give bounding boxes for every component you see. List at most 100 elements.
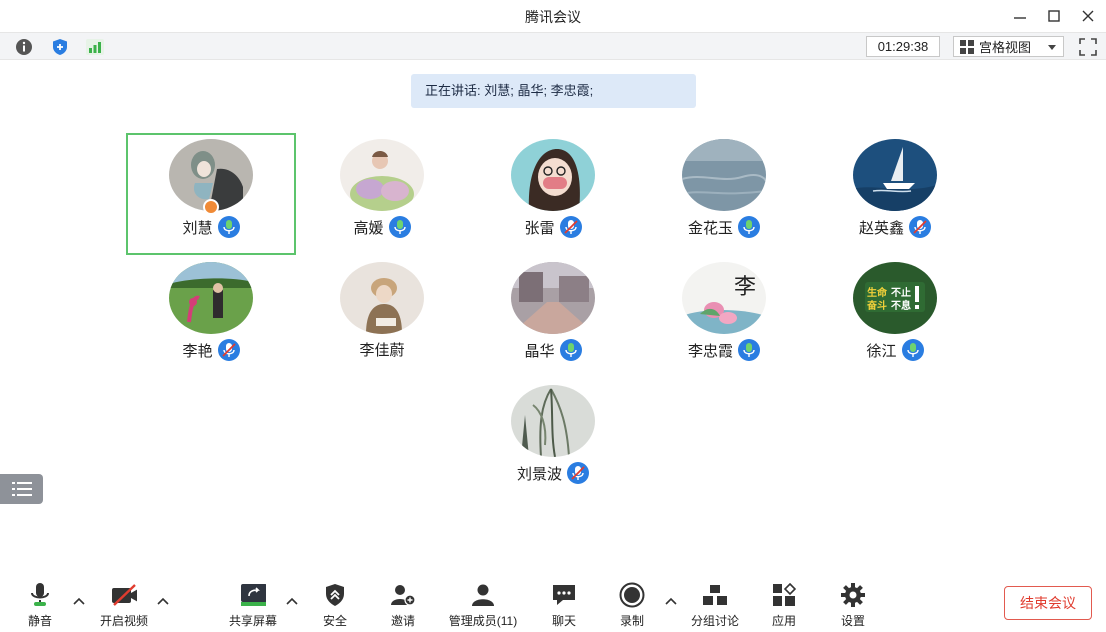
record-label: 录制	[619, 614, 644, 628]
apps-button[interactable]: 应用	[744, 582, 824, 629]
participant-list-toggle[interactable]	[0, 474, 43, 504]
info-icon[interactable]	[14, 37, 34, 57]
video-off-icon	[111, 582, 137, 608]
start-video-button[interactable]: 开启视频	[84, 582, 164, 629]
avatar	[853, 139, 937, 211]
mic-on-icon	[559, 339, 582, 361]
avatar	[682, 139, 766, 211]
close-button[interactable]	[1075, 4, 1101, 28]
caret-down-icon	[1048, 45, 1056, 50]
manage-members-label: 管理成员(11)	[448, 614, 518, 628]
bottom-toolbar: 静音 开启视频 共享屏幕 安全 邀请 管理成员(11) 聊天 录制 分组讨论 应…	[0, 578, 1106, 632]
mic-muted-icon	[909, 216, 931, 238]
breakout-rooms-label: 分组讨论	[690, 614, 739, 628]
participant-name: 徐江	[866, 342, 897, 360]
meeting-info-bar: 01:29:38 宫格视图	[0, 32, 1106, 60]
mic-muted-icon	[567, 462, 589, 484]
network-signal-icon[interactable]	[85, 37, 105, 57]
participant-tile[interactable]: 赵英鑫	[810, 133, 980, 255]
participant-name: 赵英鑫	[858, 219, 904, 237]
settings-button[interactable]: 设置	[813, 582, 893, 629]
invite-user-icon	[390, 582, 416, 608]
participant-tile[interactable]: 金花玉	[639, 133, 809, 255]
participant-name: 晶华	[524, 342, 555, 360]
manage-members-button[interactable]: 管理成员(11)	[443, 582, 523, 629]
share-screen-label: 共享屏幕	[228, 614, 277, 628]
host-badge-icon	[203, 199, 219, 215]
avatar: 生命 不止 奋斗 不息	[853, 262, 937, 334]
avatar	[511, 385, 595, 457]
participant-tile[interactable]: 高媛	[297, 133, 467, 255]
svg-text:奋斗: 奋斗	[866, 299, 887, 312]
participant-name: 张雷	[524, 219, 555, 237]
title-bar: 腾讯会议	[0, 0, 1106, 32]
grid-view-icon	[960, 39, 974, 54]
meeting-timer: 01:29:38	[866, 36, 940, 57]
mute-button[interactable]: 静音	[0, 582, 80, 629]
participant-tile[interactable]: 李李忠霞	[639, 256, 809, 378]
mic-on-icon	[738, 339, 760, 361]
participant-tile[interactable]: 生命 不止 奋斗 不息徐江	[810, 256, 980, 378]
mute-label: 静音	[27, 614, 52, 628]
mic-on-icon	[738, 216, 760, 238]
participant-tile[interactable]: 刘慧	[126, 133, 296, 255]
invite-button[interactable]: 邀请	[363, 582, 443, 629]
chat-label: 聊天	[551, 614, 576, 628]
view-mode-select[interactable]: 宫格视图	[953, 36, 1064, 57]
end-meeting-button[interactable]: 结束会议	[1004, 586, 1092, 620]
mic-on-icon	[217, 216, 240, 238]
maximize-button[interactable]	[1041, 4, 1067, 28]
avatar	[169, 262, 253, 334]
participant-name: 金花玉	[687, 219, 733, 237]
security-shield-icon	[322, 582, 348, 608]
fullscreen-icon[interactable]	[1078, 37, 1098, 57]
participant-tile[interactable]: 李艳	[126, 256, 296, 378]
participant-tile[interactable]: 李佳蔚	[297, 256, 467, 378]
video-options-chevron-icon[interactable]	[157, 596, 169, 606]
share-screen-icon	[240, 582, 266, 608]
avatar: 李	[682, 262, 766, 334]
share-screen-button[interactable]: 共享屏幕	[213, 582, 293, 629]
participant-name: 高媛	[353, 219, 384, 237]
avatar	[511, 139, 595, 211]
mic-muted-icon	[559, 216, 582, 238]
shield-icon[interactable]	[50, 37, 70, 57]
window-title: 腾讯会议	[525, 9, 581, 25]
record-button[interactable]: 录制	[592, 582, 672, 629]
avatar	[340, 262, 424, 334]
avatar	[340, 139, 424, 211]
svg-text:不息: 不息	[891, 299, 911, 312]
breakout-rooms-button[interactable]: 分组讨论	[675, 582, 755, 629]
view-mode-label: 宫格视图	[979, 40, 1032, 55]
settings-label: 设置	[840, 614, 865, 628]
start-video-label: 开启视频	[99, 614, 148, 628]
microphone-icon	[27, 582, 53, 608]
members-icon	[470, 582, 496, 608]
participant-name: 刘慧	[182, 219, 213, 237]
minimize-button[interactable]	[1007, 4, 1033, 28]
security-label: 安全	[322, 614, 347, 628]
svg-text:生命: 生命	[867, 286, 888, 299]
breakout-icon	[702, 582, 728, 608]
svg-text:不止: 不止	[891, 286, 911, 299]
mic-on-icon	[388, 216, 411, 238]
participant-name: 李艳	[182, 342, 213, 360]
apps-icon	[771, 582, 797, 608]
gear-icon	[840, 582, 866, 608]
list-icon	[11, 482, 32, 496]
invite-label: 邀请	[390, 614, 415, 628]
mic-on-icon	[901, 339, 924, 361]
svg-text:李: 李	[734, 275, 756, 300]
apps-label: 应用	[771, 614, 796, 628]
chat-icon	[551, 582, 577, 608]
participant-tile[interactable]: 张雷	[468, 133, 638, 255]
participant-name: 李佳蔚	[359, 342, 405, 359]
participant-name: 刘景波	[516, 465, 562, 483]
record-icon	[619, 582, 645, 608]
participant-name: 李忠霞	[687, 342, 733, 360]
active-speakers-banner: 正在讲话: 刘慧; 晶华; 李忠霞;	[411, 74, 696, 108]
avatar	[511, 262, 595, 334]
participant-tile[interactable]: 刘景波	[468, 379, 638, 501]
participant-tile[interactable]: 晶华	[468, 256, 638, 378]
mic-muted-icon	[217, 339, 240, 361]
